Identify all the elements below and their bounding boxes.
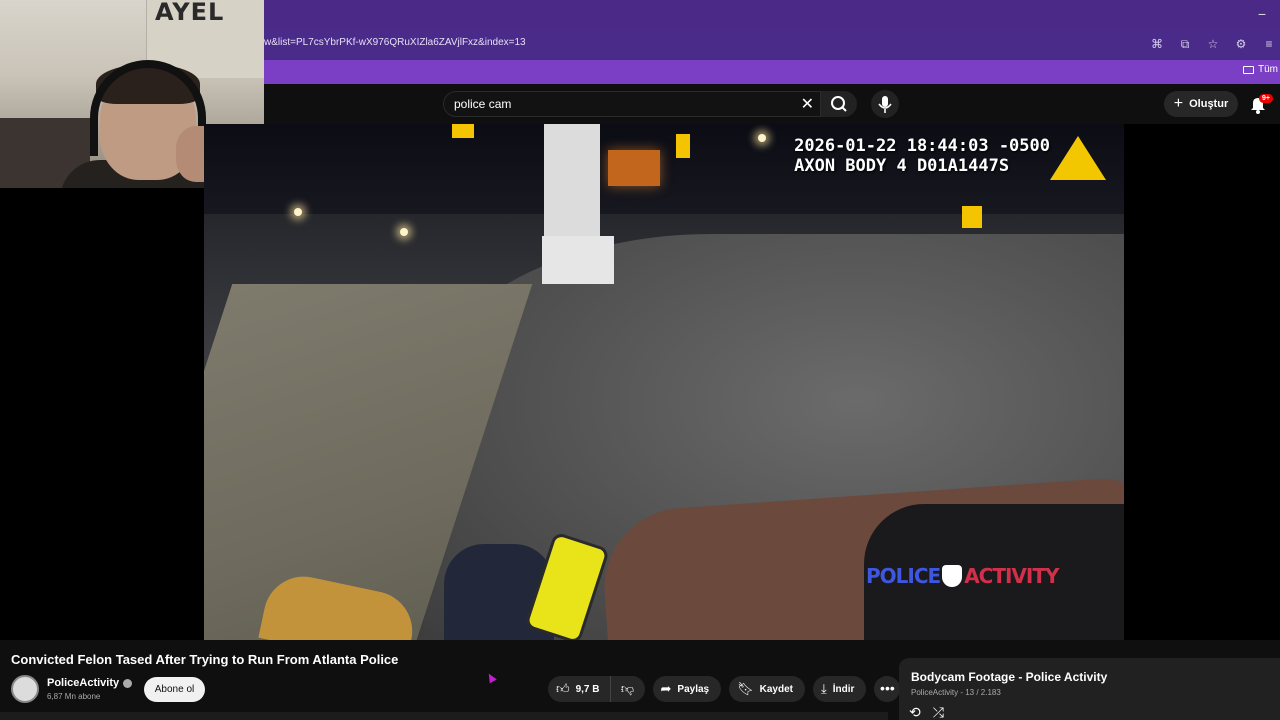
- reading-list-icon[interactable]: ≡: [1258, 34, 1280, 54]
- url-text[interactable]: w&list=PL7csYbrPKf-wX976QRuXIZla6ZAVjlFx…: [264, 37, 526, 48]
- pole-base: [542, 236, 614, 284]
- folder-icon: [1243, 65, 1254, 74]
- playlist-meta: PoliceActivity - 13 / 2.183: [911, 688, 1001, 697]
- comments-section-edge: [0, 712, 888, 720]
- loop-icon[interactable]: ⟲: [909, 704, 921, 720]
- download-button[interactable]: ⤓ İndir: [812, 676, 867, 702]
- youtube-header: police cam ✕ + Oluştur 9+: [264, 84, 1280, 124]
- bodycam-datetime: 2026-01-22 18:44:03 -0500: [794, 136, 1050, 156]
- storefront-lights: [608, 150, 660, 186]
- like-dislike-group: 👍︎ 9,7 B 👎︎: [548, 676, 645, 702]
- watermark-activity: ACTIVITY: [964, 564, 1059, 588]
- voice-search-button[interactable]: [871, 90, 899, 118]
- download-label: İndir: [832, 683, 855, 695]
- channel-name[interactable]: PoliceActivity: [47, 677, 133, 689]
- badge-icon: [942, 565, 963, 587]
- plus-icon: +: [1173, 95, 1184, 112]
- video-info-area: Convicted Felon Tased After Trying to Ru…: [0, 640, 1280, 720]
- left-background: [0, 188, 204, 640]
- axon-logo-icon: [1050, 136, 1106, 180]
- video-actions: 👍︎ 9,7 B 👎︎ ➦ Paylaş 🔖︎ Kaydet ⤓ İndir •…: [548, 676, 901, 702]
- bookmark-icon: 🔖︎: [737, 681, 754, 696]
- yellow-sign: [452, 124, 474, 138]
- install-app-icon[interactable]: ⧉: [1174, 34, 1196, 54]
- share-label: Paylaş: [677, 683, 710, 695]
- save-button[interactable]: 🔖︎ Kaydet: [729, 676, 805, 702]
- create-label: Oluştur: [1189, 98, 1229, 110]
- bodycam-device-id: AXON BODY 4 D01A1447S: [794, 156, 1010, 176]
- channel-name-text[interactable]: PoliceActivity: [47, 677, 119, 689]
- channel-avatar[interactable]: [11, 675, 39, 703]
- verified-icon: [123, 678, 133, 688]
- dislike-button[interactable]: 👎︎: [611, 676, 645, 702]
- video-player[interactable]: 2026-01-22 18:44:03 -0500 AXON BODY 4 D0…: [204, 124, 1124, 640]
- create-button[interactable]: + Oluştur: [1164, 91, 1238, 117]
- poster-text: AYEL: [155, 0, 225, 26]
- notification-count-badge: 9+: [1259, 94, 1273, 103]
- more-actions-button[interactable]: •••: [874, 676, 901, 702]
- playlist-panel[interactable]: Bodycam Footage - Police Activity Police…: [899, 658, 1280, 720]
- search-button[interactable]: [821, 91, 857, 117]
- channel-watermark: POLICE ACTIVITY: [866, 564, 1059, 588]
- search-input[interactable]: police cam ✕: [443, 91, 821, 117]
- microphone-icon: [878, 96, 892, 113]
- video-title: Convicted Felon Tased After Trying to Ru…: [11, 652, 399, 667]
- search-icon: [831, 96, 847, 112]
- minimize-button[interactable]: −: [1258, 6, 1266, 22]
- share-button[interactable]: ➦ Paylaş: [652, 676, 722, 702]
- like-button[interactable]: 👍︎ 9,7 B: [548, 676, 611, 702]
- subscribe-button[interactable]: Abone ol: [144, 677, 205, 702]
- extensions-icon[interactable]: ⚙: [1230, 34, 1252, 54]
- subscriber-count: 6,87 Mn abone: [47, 692, 101, 701]
- browser-address-bar[interactable]: w&list=PL7csYbrPKf-wX976QRuXIZla6ZAVjlFx…: [264, 28, 1280, 60]
- clear-search-icon[interactable]: ✕: [801, 94, 814, 114]
- thumbs-up-icon: 👍︎: [556, 681, 570, 696]
- all-bookmarks-folder[interactable]: Tüm: [1243, 64, 1278, 75]
- share-arrow-icon: ➦: [660, 681, 672, 696]
- street-lamp: [400, 228, 408, 236]
- save-label: Kaydet: [759, 683, 793, 695]
- street-lamp: [294, 208, 302, 216]
- bodycam-timestamp-overlay: 2026-01-22 18:44:03 -0500 AXON BODY 4 D0…: [794, 136, 1050, 176]
- yellow-sign: [676, 134, 690, 158]
- download-icon: ⤓: [820, 681, 827, 696]
- yellow-sign: [962, 206, 982, 228]
- right-background: [1124, 124, 1280, 640]
- thumbs-down-icon: 👎︎: [620, 681, 635, 696]
- translate-icon[interactable]: ⌘: [1146, 34, 1168, 54]
- bookmark-star-icon[interactable]: ☆: [1202, 34, 1224, 54]
- bookmarks-bar: Tüm: [264, 60, 1280, 84]
- like-count: 9,7 B: [575, 683, 600, 695]
- search-input-value[interactable]: police cam: [454, 97, 511, 111]
- shuffle-icon[interactable]: ⤮: [933, 704, 944, 720]
- watermark-police: POLICE: [866, 564, 941, 588]
- bookmark-folder-label: Tüm: [1258, 64, 1278, 75]
- street-lamp: [758, 134, 766, 142]
- playlist-title[interactable]: Bodycam Footage - Police Activity: [911, 670, 1107, 684]
- browser-titlebar: −: [264, 0, 1280, 28]
